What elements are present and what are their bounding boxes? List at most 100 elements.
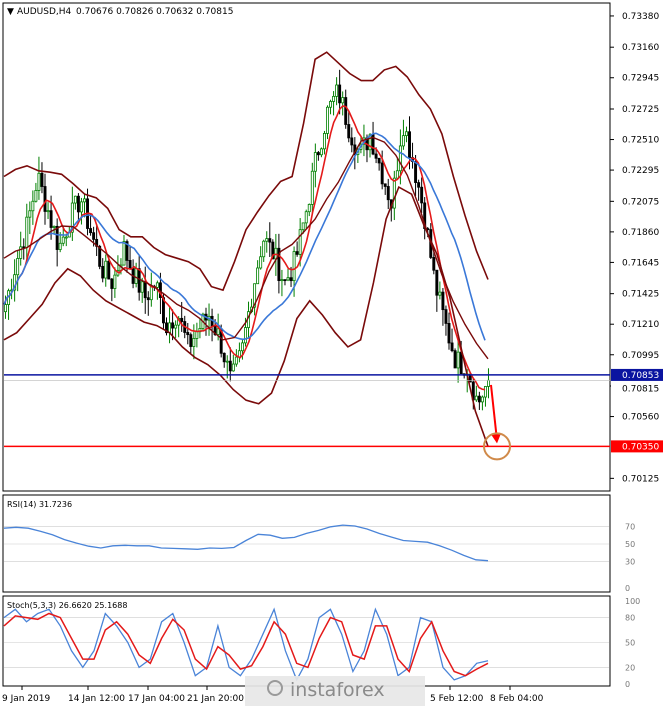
candle-body: [268, 238, 272, 243]
candle-body: [395, 170, 399, 179]
candle-body: [259, 256, 263, 269]
price-y-tick-label: 0.71210: [622, 320, 659, 330]
candle-body: [283, 279, 287, 282]
price-y-tick-label: 0.73380: [622, 12, 659, 22]
candle-body: [244, 327, 247, 344]
candle-body: [171, 322, 175, 329]
candle-body: [408, 131, 411, 158]
candle-body: [146, 297, 150, 301]
dropdown-triangle-icon[interactable]: ▼: [7, 7, 14, 17]
price-y-tick-label: 0.72510: [622, 136, 659, 146]
candle-body: [444, 309, 448, 324]
current-price-tag: 0.70815: [622, 384, 659, 394]
candle-body: [49, 210, 53, 228]
price-y-tick-label: 0.72725: [622, 105, 659, 115]
candle-body: [34, 190, 38, 202]
candle-body: [383, 183, 387, 187]
stoch-y-tick-label: 50: [625, 639, 635, 648]
candle-body: [453, 350, 457, 369]
candle-body: [222, 352, 226, 363]
candle-body: [474, 395, 478, 401]
x-tick-label: 17 Jan 04:00: [128, 694, 185, 704]
candle-body: [374, 153, 378, 159]
candle-body: [73, 195, 77, 204]
candle-body: [304, 211, 308, 224]
candle-body: [319, 148, 323, 156]
candle-body: [326, 106, 329, 134]
candle-body: [414, 161, 418, 183]
candle-body: [329, 101, 332, 108]
x-tick-label: 14 Jan 12:00: [68, 694, 125, 704]
candle-body: [25, 216, 29, 249]
candle-body: [231, 363, 235, 372]
price-y-tick-label: 0.71860: [622, 228, 659, 238]
rsi-y-tick-label: 30: [625, 558, 635, 567]
rsi-label: RSI(14) 31.7236: [7, 500, 72, 509]
candle-body: [295, 251, 299, 255]
candle-body: [289, 277, 293, 282]
candle-body: [61, 236, 65, 244]
candle-body: [210, 315, 214, 327]
chart-svg: 0.73380 0.73160 0.72945 0.72725 0.72510 0.722…: [2, 2, 663, 704]
candle-body: [64, 236, 68, 239]
candle-body: [417, 182, 421, 188]
candle-body: [216, 328, 220, 335]
stoch-y-tick-label: 80: [625, 614, 635, 623]
candle-body: [280, 279, 284, 282]
candle-body: [480, 396, 484, 403]
candle-body: [37, 172, 41, 191]
candle-body: [350, 137, 354, 146]
candle-body: [298, 229, 302, 255]
candle-body: [435, 269, 439, 296]
price-y-tick-label: 0.70995: [622, 351, 659, 361]
candle-body: [180, 317, 184, 322]
red-level-tag: 0.70350: [622, 442, 659, 452]
price-y-tick-label: 0.72945: [622, 74, 659, 84]
candle-body: [195, 331, 199, 339]
candle-body: [487, 379, 490, 387]
candle-body: [438, 291, 442, 296]
candle-body: [347, 124, 351, 139]
candle-body: [256, 267, 260, 285]
price-panel-frame: [2, 2, 611, 492]
candle-body: [335, 84, 339, 97]
candle-body: [122, 241, 126, 266]
candle-body: [55, 225, 59, 250]
stoch-y-tick-label: 20: [625, 663, 635, 672]
candle-body: [398, 145, 402, 172]
rsi-y-tick-label: 0: [625, 584, 630, 593]
candle-body: [137, 268, 141, 293]
candle-body: [338, 84, 342, 104]
price-y-tick-label: 0.72295: [622, 166, 659, 176]
candle-body: [113, 274, 117, 289]
candle-body: [28, 210, 32, 218]
blue-level-tag: 0.70853: [622, 371, 659, 381]
candle-body: [101, 265, 105, 279]
watermark-text: instaforex: [290, 679, 385, 701]
candle-body: [265, 238, 269, 242]
rsi-y-tick-label: 70: [625, 522, 635, 531]
candle-body: [89, 228, 93, 234]
candle-body: [76, 195, 80, 213]
candle-body: [392, 177, 396, 209]
rsi-y-tick-label: 50: [625, 540, 635, 549]
candle-body: [286, 277, 290, 281]
candle-body: [332, 95, 336, 102]
candle-body: [405, 131, 408, 137]
candle-body: [4, 304, 7, 313]
candle-body: [46, 210, 50, 213]
candle-body: [58, 242, 62, 250]
candle-body: [228, 360, 232, 372]
quote-label: 0.70676 0.70826 0.70632 0.70815: [76, 7, 233, 17]
candle-body: [189, 334, 193, 347]
candle-body: [143, 281, 147, 299]
candle-body: [140, 281, 144, 293]
candle-body: [128, 260, 132, 269]
candle-body: [240, 342, 244, 352]
candle-body: [316, 152, 320, 156]
x-tick-label: 9 Jan 2019: [2, 694, 50, 704]
candle-body: [43, 186, 47, 212]
candle-body: [420, 186, 424, 204]
candle-body: [107, 260, 111, 280]
candle-body: [377, 157, 381, 164]
